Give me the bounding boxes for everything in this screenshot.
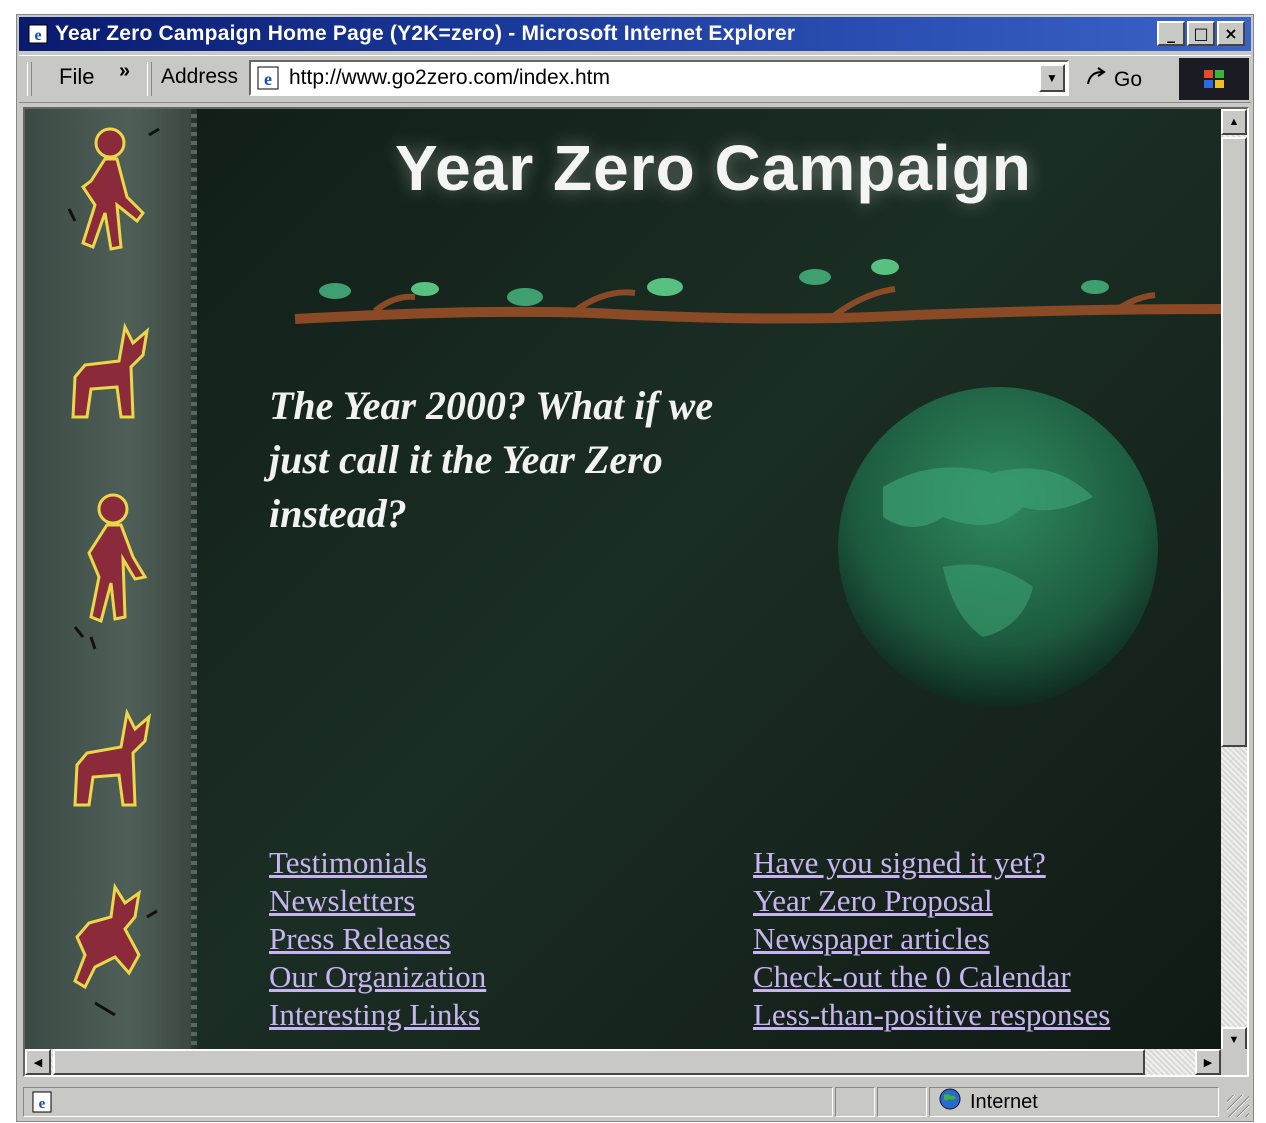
tagline: The Year 2000? What if we just call it t…: [269, 383, 714, 536]
toolbar-grip[interactable]: [27, 62, 32, 96]
address-field[interactable]: e http://www.go2zero.com/index.htm ▼: [249, 60, 1069, 96]
dancing-figure-image: [67, 127, 160, 251]
svg-text:e: e: [39, 1096, 46, 1112]
link-signed-it[interactable]: Have you signed it yet?: [753, 844, 1110, 882]
link-year-zero-proposal[interactable]: Year Zero Proposal: [753, 882, 1110, 920]
scroll-up-icon[interactable]: ▲: [1221, 109, 1247, 135]
link-press-releases[interactable]: Press Releases: [269, 920, 486, 958]
windows-logo-icon: [1179, 58, 1249, 100]
status-progress-cell: [835, 1087, 875, 1117]
status-zone-cell: Internet: [929, 1087, 1219, 1117]
scroll-left-icon[interactable]: ◀: [25, 1049, 51, 1075]
page-content: Year Zero Campaign The Year 2000? What i…: [25, 109, 1221, 1053]
status-bar: e Internet: [19, 1085, 1251, 1119]
ie-page-icon: e: [32, 1091, 52, 1113]
animal-figure-image: [73, 708, 152, 807]
resize-grip[interactable]: [1227, 1095, 1249, 1117]
go-arrow-icon: [1084, 64, 1110, 96]
links-right-column: Have you signed it yet? Year Zero Propos…: [753, 844, 1110, 1034]
internet-zone-globe-icon: [938, 1087, 962, 1117]
window-title: Year Zero Campaign Home Page (Y2K=zero) …: [55, 22, 796, 45]
address-label: Address: [161, 65, 239, 88]
link-less-than-positive[interactable]: Less-than-positive responses: [753, 996, 1110, 1034]
address-dropdown-button[interactable]: ▼: [1039, 64, 1065, 92]
animal-figure-image: [73, 882, 158, 1017]
go-button[interactable]: Go: [1084, 64, 1142, 96]
status-security-cell: [877, 1087, 927, 1117]
minimize-button[interactable]: _: [1157, 21, 1185, 46]
svg-text:e: e: [34, 27, 41, 44]
address-url[interactable]: http://www.go2zero.com/index.htm: [289, 66, 610, 90]
dancing-figure-image: [73, 493, 148, 650]
link-newsletters[interactable]: Newsletters: [269, 882, 486, 920]
link-our-organization[interactable]: Our Organization: [269, 958, 486, 996]
link-interesting-links[interactable]: Interesting Links: [269, 996, 486, 1034]
zone-label: Internet: [970, 1090, 1038, 1113]
horizontal-scrollbar[interactable]: ◀ ▶: [25, 1049, 1221, 1075]
ie-page-icon: e: [27, 23, 49, 45]
page-headline: Year Zero Campaign: [395, 132, 1032, 204]
go-label: Go: [1114, 68, 1143, 91]
links-left-column: Testimonials Newsletters Press Releases …: [269, 844, 486, 1034]
vertical-scrollbar[interactable]: ▲ ▼: [1221, 109, 1247, 1053]
scroll-right-icon[interactable]: ▶: [1195, 1049, 1221, 1075]
horizontal-scroll-thumb[interactable]: [53, 1049, 1145, 1075]
browser-window: e Year Zero Campaign Home Page (Y2K=zero…: [16, 14, 1254, 1122]
scroll-corner: [1221, 1049, 1247, 1075]
leafy-branch-image: [294, 259, 1221, 324]
vertical-scroll-thumb[interactable]: [1221, 137, 1247, 747]
title-bar[interactable]: e Year Zero Campaign Home Page (Y2K=zero…: [19, 17, 1251, 51]
globe-icon: [838, 387, 1158, 707]
address-grip[interactable]: [147, 62, 152, 96]
animal-figure-image: [71, 322, 150, 419]
link-testimonials[interactable]: Testimonials: [269, 844, 486, 882]
link-zero-calendar[interactable]: Check-out the 0 Calendar: [753, 958, 1110, 996]
link-newspaper-articles[interactable]: Newspaper articles: [753, 920, 1110, 958]
more-menus-chevron[interactable]: »: [119, 60, 130, 83]
ie-page-icon: e: [255, 65, 281, 91]
file-menu[interactable]: File: [59, 64, 94, 90]
close-button[interactable]: ×: [1217, 21, 1245, 46]
figure-strip: [25, 109, 197, 1053]
svg-text:e: e: [264, 69, 272, 89]
page-viewport: Year Zero Campaign The Year 2000? What i…: [23, 107, 1249, 1077]
status-message-cell: e: [23, 1087, 833, 1117]
maximize-button[interactable]: □: [1187, 21, 1215, 46]
toolbar: File » Address e http://www.go2zero.com/…: [19, 55, 1251, 103]
